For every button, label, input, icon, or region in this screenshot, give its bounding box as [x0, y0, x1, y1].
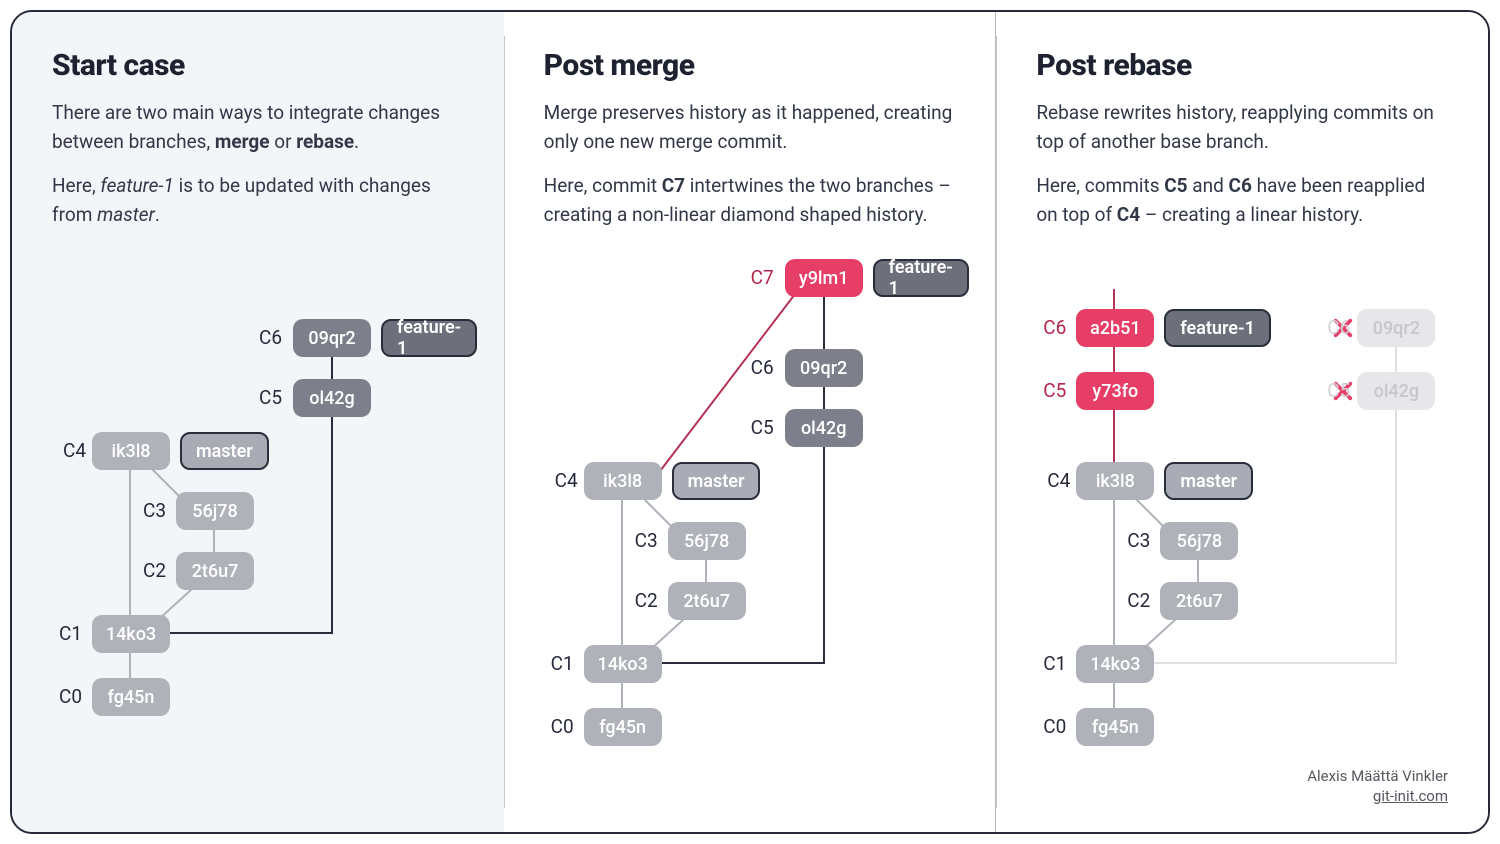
branch-master: master — [180, 432, 269, 470]
commit-label-c2: C2 — [616, 589, 658, 612]
commit-label-c4: C4 — [536, 469, 578, 492]
commit-c1: 14ko3 — [584, 645, 662, 683]
panel-title: Start case — [52, 48, 464, 83]
commit-label-c0: C0 — [40, 685, 82, 708]
commit-label-c4: C4 — [44, 439, 86, 462]
commit-label-c3: C3 — [616, 529, 658, 552]
commit-label-c5: C5 — [732, 416, 774, 439]
commit-c2: 2t6u7 — [1160, 582, 1238, 620]
panel-post-rebase: Post rebase Rebase rewrites history, rea… — [996, 12, 1488, 832]
commit-label-c6-ghost: C6 — [1308, 316, 1350, 339]
commit-c6-ghost: 09qr2 — [1357, 309, 1435, 347]
commit-c5: ol42g — [293, 379, 371, 417]
commit-label-c6: C6 — [240, 326, 282, 349]
attribution-author: Alexis Määttä Vinkler — [1307, 767, 1448, 787]
diagram-frame: Start case There are two main ways to in… — [10, 10, 1490, 834]
commit-c2: 2t6u7 — [176, 552, 254, 590]
panel-divider — [996, 36, 997, 808]
branch-master: master — [1164, 462, 1253, 500]
commit-label-c2: C2 — [124, 559, 166, 582]
panel-title: Post merge — [544, 48, 956, 83]
commit-c4: ik3l8 — [92, 432, 170, 470]
commit-label-c5r: C5 — [1024, 379, 1066, 402]
commit-c5-ghost: ol42g — [1357, 372, 1435, 410]
commit-label-c3: C3 — [124, 499, 166, 522]
commit-c6: 09qr2 — [293, 319, 371, 357]
panel-desc-2: Here, feature-1 is to be updated with ch… — [52, 172, 464, 229]
panel-desc-1: Merge preserves history as it happened, … — [544, 99, 956, 156]
commit-label-c4: C4 — [1028, 469, 1070, 492]
commit-c4: ik3l8 — [584, 462, 662, 500]
commit-label-c1: C1 — [40, 622, 82, 645]
branch-master: master — [672, 462, 761, 500]
commit-c1: 14ko3 — [92, 615, 170, 653]
graph-rebase: C6 a2b51 feature-1 C5 y73fo C4 ik3l8 mas… — [1036, 249, 1448, 739]
panel-divider — [504, 36, 505, 808]
commit-c4: ik3l8 — [1076, 462, 1154, 500]
commit-c5r: y73fo — [1076, 372, 1154, 410]
branch-feature-1: feature-1 — [873, 259, 969, 297]
commit-c0: fg45n — [92, 678, 170, 716]
commit-c0: fg45n — [1076, 708, 1154, 746]
panel-post-merge: Post merge Merge preserves history as it… — [504, 12, 997, 832]
commit-c7: y9lm1 — [785, 259, 863, 297]
commit-c2: 2t6u7 — [668, 582, 746, 620]
attribution-site[interactable]: git-init.com — [1307, 787, 1448, 807]
commit-label-c3: C3 — [1108, 529, 1150, 552]
branch-feature-1: feature-1 — [381, 319, 477, 357]
commit-label-c0: C0 — [532, 715, 574, 738]
commit-c6: 09qr2 — [785, 349, 863, 387]
branch-feature-1: feature-1 — [1164, 309, 1271, 347]
commit-label-c7: C7 — [732, 266, 774, 289]
panel-desc-1: Rebase rewrites history, reapplying comm… — [1036, 99, 1448, 156]
commit-c1: 14ko3 — [1076, 645, 1154, 683]
graph-start: C6 09qr2 feature-1 C5 ol42g C4 ik3l8 mas… — [52, 249, 464, 709]
commit-label-c0: C0 — [1024, 715, 1066, 738]
commit-c6r: a2b51 — [1076, 309, 1154, 347]
commit-label-c6r: C6 — [1024, 316, 1066, 339]
commit-c5: ol42g — [785, 409, 863, 447]
commit-label-c1: C1 — [532, 652, 574, 675]
attribution: Alexis Määttä Vinkler git-init.com — [1307, 767, 1448, 806]
panel-desc-2: Here, commit C7 intertwines the two bran… — [544, 172, 956, 229]
panel-desc-1: There are two main ways to integrate cha… — [52, 99, 464, 156]
graph-merge: C7 y9lm1 feature-1 C6 09qr2 C5 ol42g C4 … — [544, 249, 956, 739]
commit-label-c5-ghost: C5 — [1308, 379, 1350, 402]
panel-desc-2: Here, commits C5 and C6 have been reappl… — [1036, 172, 1448, 229]
commit-label-c1: C1 — [1024, 652, 1066, 675]
panel-title: Post rebase — [1036, 48, 1448, 83]
commit-c3: 56j78 — [668, 522, 746, 560]
commit-label-c5: C5 — [240, 386, 282, 409]
commit-c3: 56j78 — [176, 492, 254, 530]
commit-label-c6: C6 — [732, 356, 774, 379]
commit-c3: 56j78 — [1160, 522, 1238, 560]
commit-label-c2: C2 — [1108, 589, 1150, 612]
commit-c0: fg45n — [584, 708, 662, 746]
panel-start-case: Start case There are two main ways to in… — [12, 12, 504, 832]
